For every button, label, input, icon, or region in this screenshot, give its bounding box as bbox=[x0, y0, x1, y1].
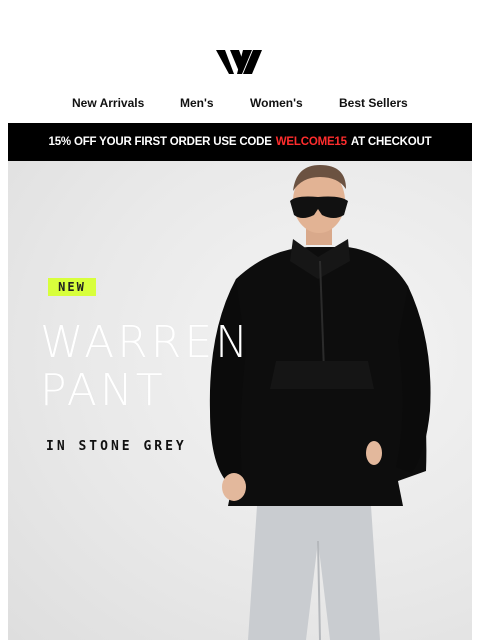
promo-banner[interactable]: 15% OFF YOUR FIRST ORDER USE CODE WELCOM… bbox=[8, 123, 472, 161]
wv-logo-icon[interactable] bbox=[216, 48, 262, 76]
hero-banner[interactable]: NEW WARREN PANT IN STONE GREY bbox=[8, 161, 472, 640]
headline-line-1: WARREN bbox=[40, 317, 252, 368]
hero-headline: WARREN PANT bbox=[40, 319, 251, 415]
main-nav: New Arrivals Men's Women's Best Sellers bbox=[0, 96, 480, 112]
nav-best-sellers[interactable]: Best Sellers bbox=[339, 96, 408, 110]
nav-womens[interactable]: Women's bbox=[250, 96, 303, 110]
promo-code: WELCOME15 bbox=[275, 136, 347, 148]
promo-prefix: 15% OFF YOUR FIRST ORDER USE CODE bbox=[48, 136, 272, 148]
headline-line-2: PANT bbox=[40, 365, 166, 416]
new-badge: NEW bbox=[48, 278, 96, 296]
nav-mens[interactable]: Men's bbox=[180, 96, 214, 110]
promo-suffix: AT CHECKOUT bbox=[350, 136, 432, 148]
nav-new-arrivals[interactable]: New Arrivals bbox=[72, 96, 144, 110]
hero-subtitle: IN STONE GREY bbox=[46, 439, 187, 454]
email-page: New Arrivals Men's Women's Best Sellers … bbox=[0, 0, 480, 640]
